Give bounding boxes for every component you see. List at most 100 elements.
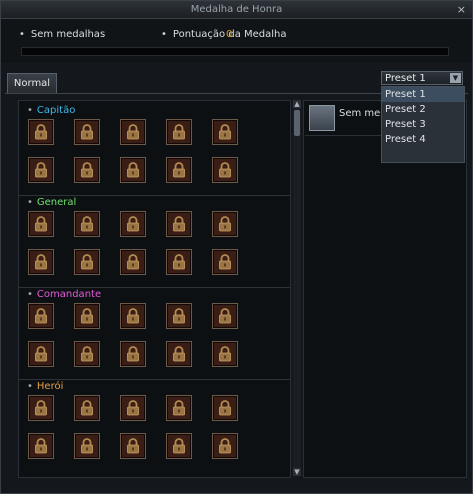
lock-icon <box>35 216 47 232</box>
preset-option[interactable]: Preset 1 <box>382 87 464 102</box>
preset-option[interactable]: Preset 3 <box>382 117 464 132</box>
lock-icon <box>219 254 231 270</box>
medals-count: • Sem medalhas <box>19 29 106 40</box>
lock-icon <box>173 400 185 416</box>
rank-section: • General <box>19 197 290 289</box>
medal-slot[interactable] <box>166 249 192 275</box>
preset-selected: Preset 1 <box>385 73 426 84</box>
rank-title: • Capitão <box>27 105 76 116</box>
medal-slot[interactable] <box>74 249 100 275</box>
lock-icon <box>127 162 139 178</box>
medal-slot[interactable] <box>74 157 100 183</box>
medal-slot[interactable] <box>166 395 192 421</box>
lock-icon <box>81 308 93 324</box>
medal-slot[interactable] <box>212 395 238 421</box>
lock-icon <box>35 124 47 140</box>
medal-slot[interactable] <box>212 433 238 459</box>
rank-divider <box>19 287 290 288</box>
medal-slot[interactable] <box>28 433 54 459</box>
medal-slot[interactable] <box>120 433 146 459</box>
rank-title: • Herói <box>27 381 64 392</box>
medal-slot[interactable] <box>28 395 54 421</box>
medal-slot[interactable] <box>212 211 238 237</box>
medal-slot[interactable] <box>120 395 146 421</box>
chevron-down-icon[interactable]: ▼ <box>450 73 461 83</box>
selected-medal-slot[interactable] <box>309 105 335 131</box>
medal-slot[interactable] <box>120 303 146 329</box>
medal-slot[interactable] <box>166 433 192 459</box>
lock-icon <box>81 124 93 140</box>
medal-slot[interactable] <box>74 211 100 237</box>
lock-icon <box>173 308 185 324</box>
medal-slot[interactable] <box>74 119 100 145</box>
lock-icon <box>219 308 231 324</box>
medal-slot[interactable] <box>166 119 192 145</box>
tab-normal[interactable]: Normal <box>7 73 57 94</box>
preset-option[interactable]: Preset 4 <box>382 132 464 147</box>
medal-slot[interactable] <box>212 249 238 275</box>
scroll-down-icon[interactable]: ▼ <box>293 468 301 476</box>
points-info: • Pontuação da Medalha <box>161 29 287 40</box>
medal-slot[interactable] <box>120 119 146 145</box>
lock-icon <box>35 400 47 416</box>
preset-option[interactable]: Preset 2 <box>382 102 464 117</box>
lock-icon <box>173 162 185 178</box>
medal-slot[interactable] <box>120 341 146 367</box>
medal-slot[interactable] <box>120 249 146 275</box>
medal-slot[interactable] <box>120 157 146 183</box>
medal-slot[interactable] <box>120 211 146 237</box>
lock-icon <box>81 438 93 454</box>
lock-icon <box>173 346 185 362</box>
lock-icon <box>173 254 185 270</box>
medal-slot[interactable] <box>28 119 54 145</box>
rank-section: • Capitão <box>19 105 290 197</box>
lock-icon <box>219 400 231 416</box>
lock-icon <box>81 216 93 232</box>
medal-slot[interactable] <box>166 157 192 183</box>
lock-icon <box>219 162 231 178</box>
rank-divider <box>19 379 290 380</box>
medal-slot[interactable] <box>28 249 54 275</box>
lock-icon <box>127 124 139 140</box>
medal-slot[interactable] <box>166 303 192 329</box>
rank-title: • General <box>27 197 77 208</box>
lock-icon <box>35 254 47 270</box>
medals-label: Sem medalhas <box>30 29 106 40</box>
medal-grid-panel: • Capitão • General • Comandante • Herói <box>18 100 291 478</box>
medal-slot[interactable] <box>74 395 100 421</box>
rank-section: • Comandante <box>19 289 290 381</box>
rank-title: • Comandante <box>27 289 102 300</box>
lock-icon <box>81 162 93 178</box>
preset-dropdown-list: Preset 1 Preset 2 Preset 3 Preset 4 <box>381 86 465 163</box>
scroll-up-icon[interactable]: ▲ <box>293 100 301 108</box>
medal-slot[interactable] <box>212 157 238 183</box>
medal-slot[interactable] <box>212 303 238 329</box>
medal-slot[interactable] <box>212 119 238 145</box>
medal-slot[interactable] <box>166 341 192 367</box>
medal-slot[interactable] <box>74 341 100 367</box>
rank-name: Capitão <box>36 105 76 116</box>
medal-slot[interactable] <box>28 303 54 329</box>
rank-name: Comandante <box>36 289 102 300</box>
preset-dropdown[interactable]: Preset 1 ▼ <box>381 71 463 85</box>
lock-icon <box>127 346 139 362</box>
medal-slot[interactable] <box>28 341 54 367</box>
medal-slot[interactable] <box>166 211 192 237</box>
medal-scrollbar[interactable]: ▲ ▼ <box>293 100 301 476</box>
lock-icon <box>127 308 139 324</box>
medal-slot[interactable] <box>212 341 238 367</box>
lock-icon <box>35 438 47 454</box>
medal-slot[interactable] <box>74 433 100 459</box>
lock-icon <box>35 308 47 324</box>
lock-icon <box>127 216 139 232</box>
lock-icon <box>127 438 139 454</box>
medal-slot[interactable] <box>74 303 100 329</box>
scroll-thumb[interactable] <box>294 110 300 136</box>
lock-icon <box>81 346 93 362</box>
medal-slot[interactable] <box>28 157 54 183</box>
lock-icon <box>35 346 47 362</box>
rank-divider <box>19 195 290 196</box>
medal-window: Medalha de Honra × • Sem medalhas • Pontua… <box>0 0 473 494</box>
medal-slot[interactable] <box>28 211 54 237</box>
close-icon[interactable]: × <box>457 1 466 18</box>
